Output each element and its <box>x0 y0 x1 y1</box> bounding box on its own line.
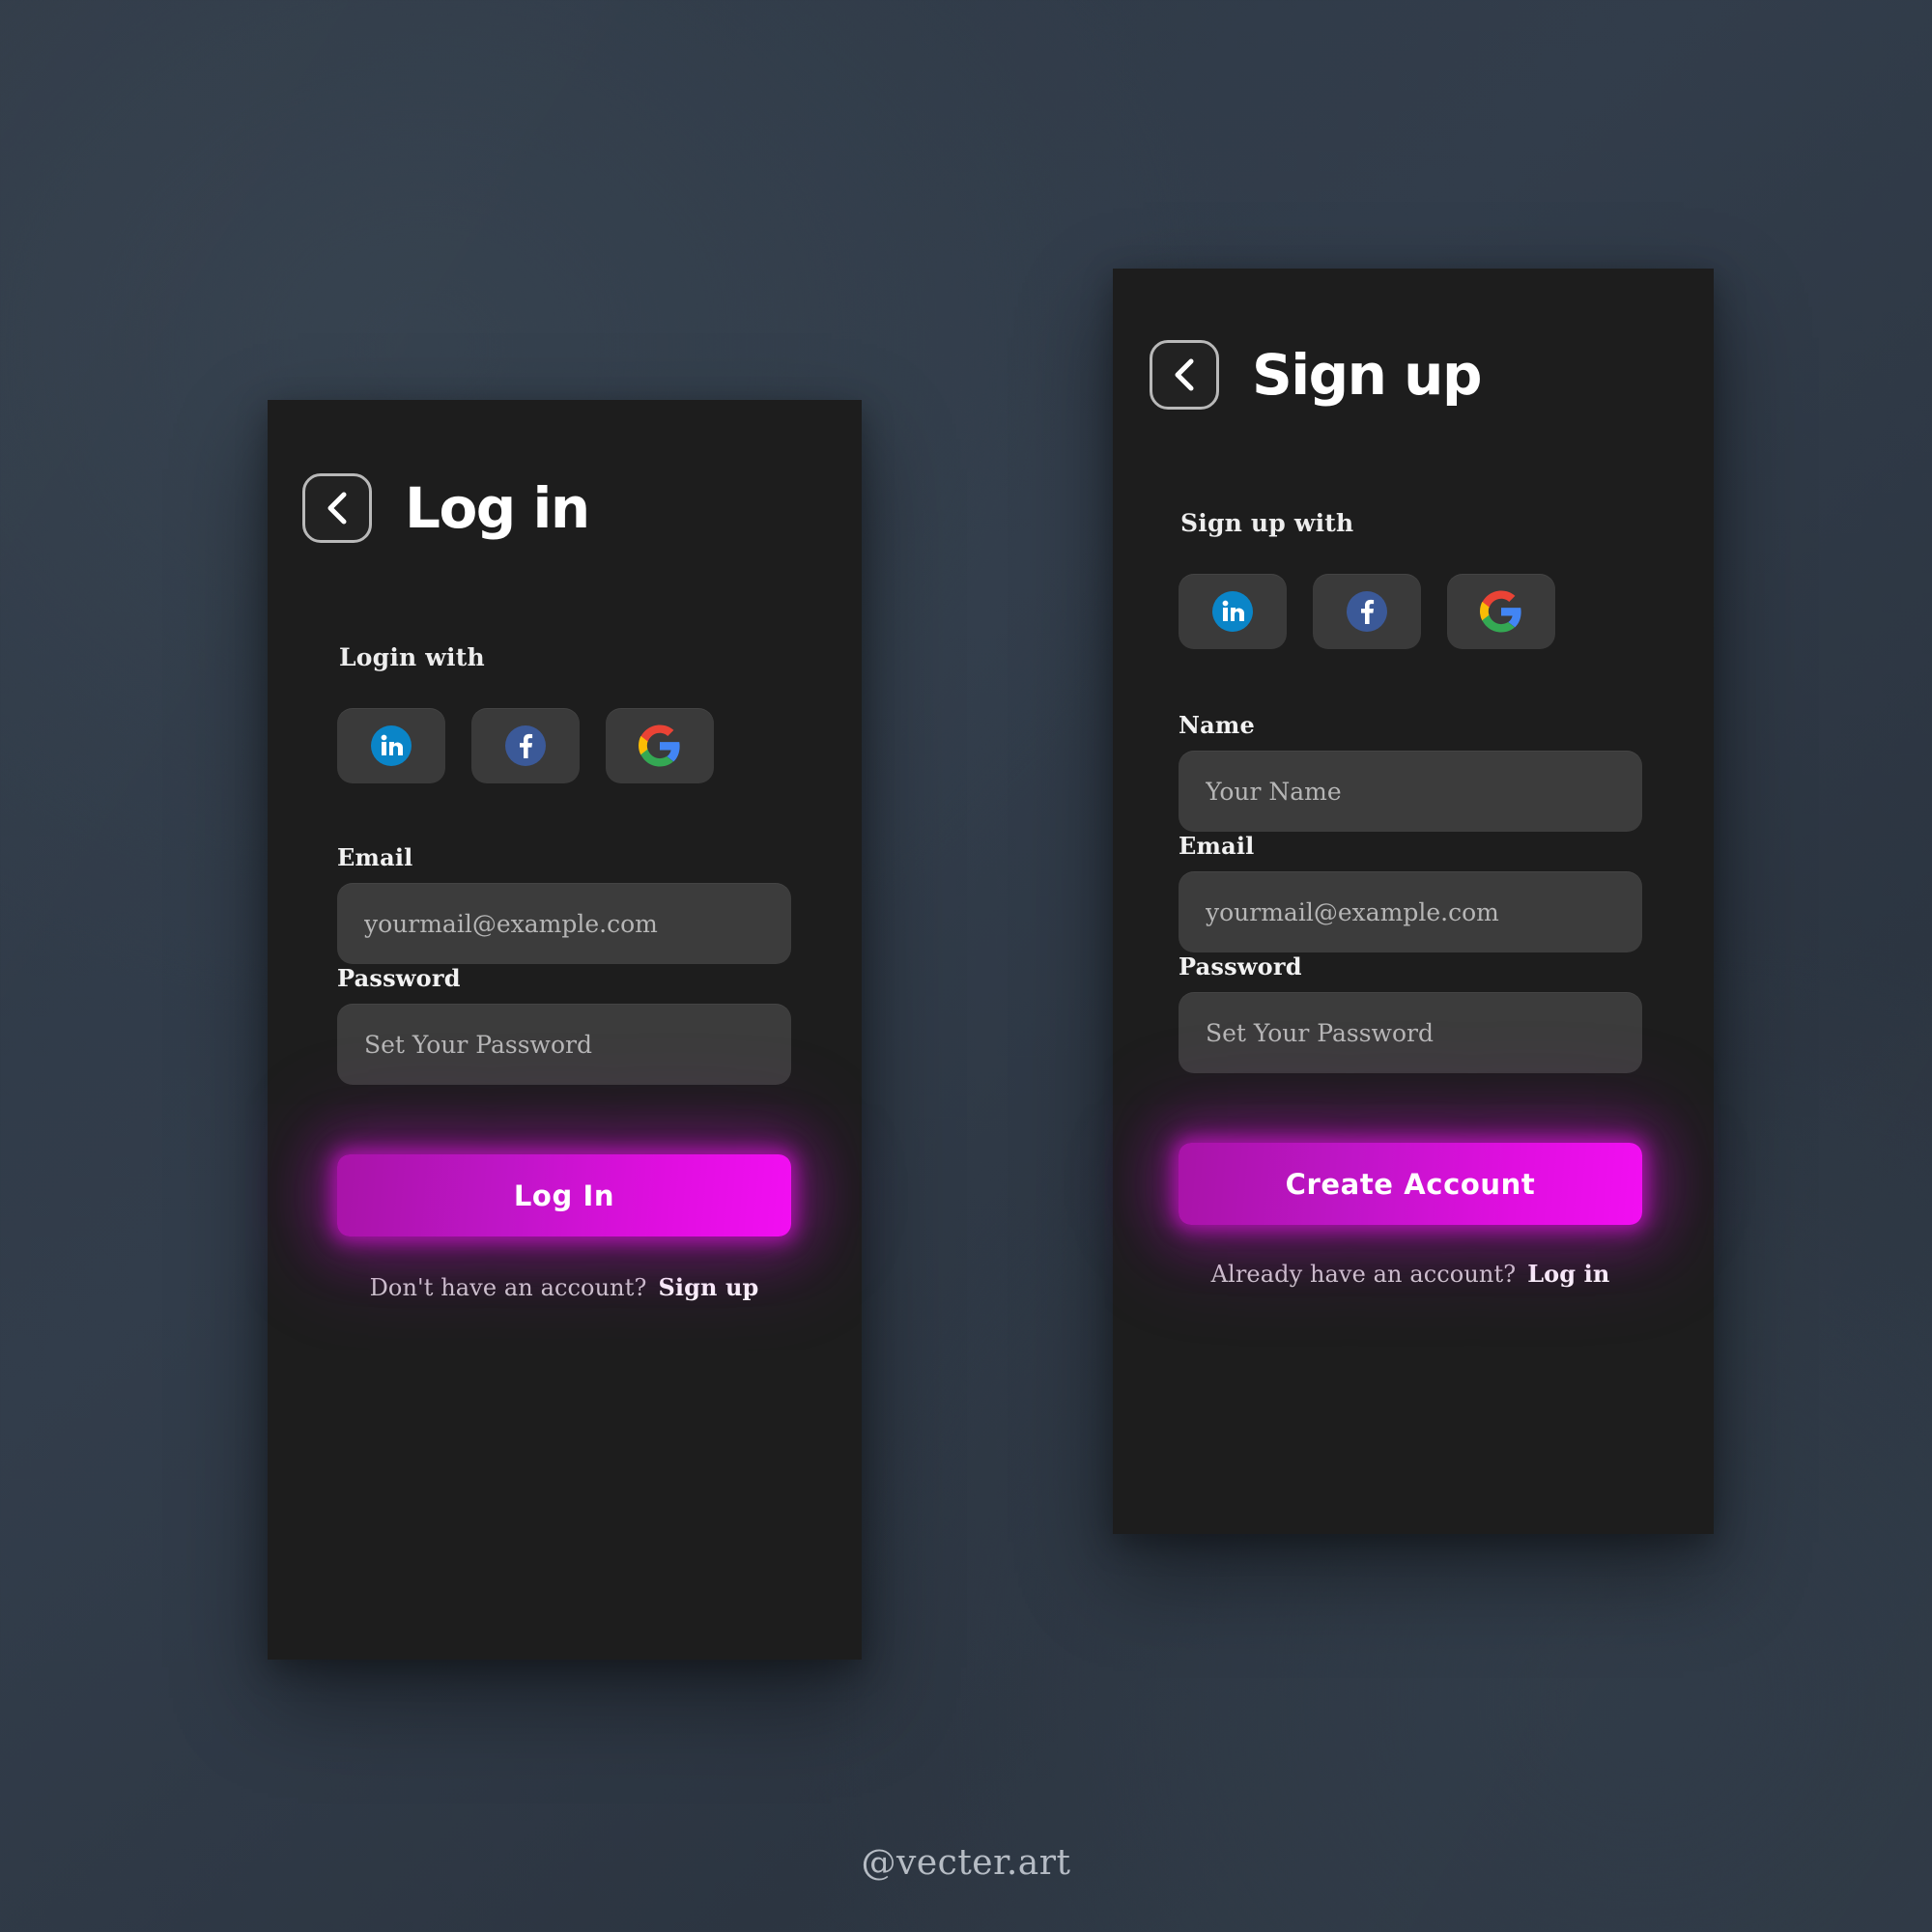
login-password-label: Password <box>337 964 461 992</box>
signup-email-group: Email <box>1179 832 1642 952</box>
login-email-label: Email <box>337 843 413 871</box>
login-cta-wrap: Log In <box>337 1154 791 1236</box>
login-footer: Don't have an account? Sign up <box>337 1273 791 1301</box>
signup-social-buttons <box>1179 574 1714 649</box>
linkedin-icon <box>370 724 412 767</box>
chevron-left-icon <box>1170 356 1199 393</box>
sign-up-link[interactable]: Sign up <box>658 1273 758 1301</box>
signup-name-group: Name <box>1179 711 1642 832</box>
create-account-button[interactable]: Create Account <box>1179 1143 1642 1225</box>
login-password-input[interactable] <box>337 1004 791 1085</box>
login-header: Log in <box>268 400 862 543</box>
signup-cta-wrap: Create Account <box>1179 1143 1642 1225</box>
login-social-buttons <box>337 708 862 783</box>
signup-name-input[interactable] <box>1179 751 1642 832</box>
signup-footer-prompt: Already have an account? <box>1210 1261 1517 1288</box>
signup-password-label: Password <box>1179 952 1302 980</box>
login-google-button[interactable] <box>606 708 714 783</box>
signup-google-button[interactable] <box>1447 574 1555 649</box>
signup-screen-card: Sign up Sign up with Name Your Name Emai… <box>1113 269 1714 1534</box>
login-password-group: Password <box>337 964 791 1085</box>
signup-page-title: Sign up <box>1252 342 1482 408</box>
signup-email-input[interactable] <box>1179 871 1642 952</box>
signup-back-button[interactable] <box>1150 340 1219 410</box>
signup-facebook-button[interactable] <box>1313 574 1421 649</box>
login-social-label: Login with <box>339 643 485 671</box>
linkedin-icon <box>1211 590 1254 633</box>
facebook-icon <box>504 724 547 767</box>
signup-email-label: Email <box>1179 832 1255 860</box>
login-back-button[interactable] <box>302 473 372 543</box>
signup-password-input[interactable] <box>1179 992 1642 1073</box>
login-email-input[interactable] <box>337 883 791 964</box>
log-in-link[interactable]: Log in <box>1527 1260 1609 1288</box>
login-linkedin-button[interactable] <box>337 708 445 783</box>
signup-password-group: Password <box>1179 952 1642 1073</box>
login-footer-prompt: Don't have an account? <box>369 1274 647 1301</box>
signup-header: Sign up <box>1113 269 1714 410</box>
login-email-group: Email <box>337 843 791 964</box>
login-facebook-button[interactable] <box>471 708 580 783</box>
signup-footer: Already have an account? Log in <box>1179 1260 1642 1288</box>
signup-name-label: Name <box>1179 711 1255 739</box>
google-icon <box>1480 590 1522 633</box>
facebook-icon <box>1346 590 1388 633</box>
chevron-left-icon <box>323 490 352 526</box>
login-screen-card: Log in Login with Email yourmail@example… <box>268 400 862 1660</box>
login-page-title: Log in <box>405 475 590 541</box>
google-icon <box>639 724 681 767</box>
watermark: @vecter.art <box>861 1843 1071 1883</box>
log-in-button[interactable]: Log In <box>337 1154 791 1236</box>
signup-social-label: Sign up with <box>1180 509 1354 537</box>
signup-linkedin-button[interactable] <box>1179 574 1287 649</box>
